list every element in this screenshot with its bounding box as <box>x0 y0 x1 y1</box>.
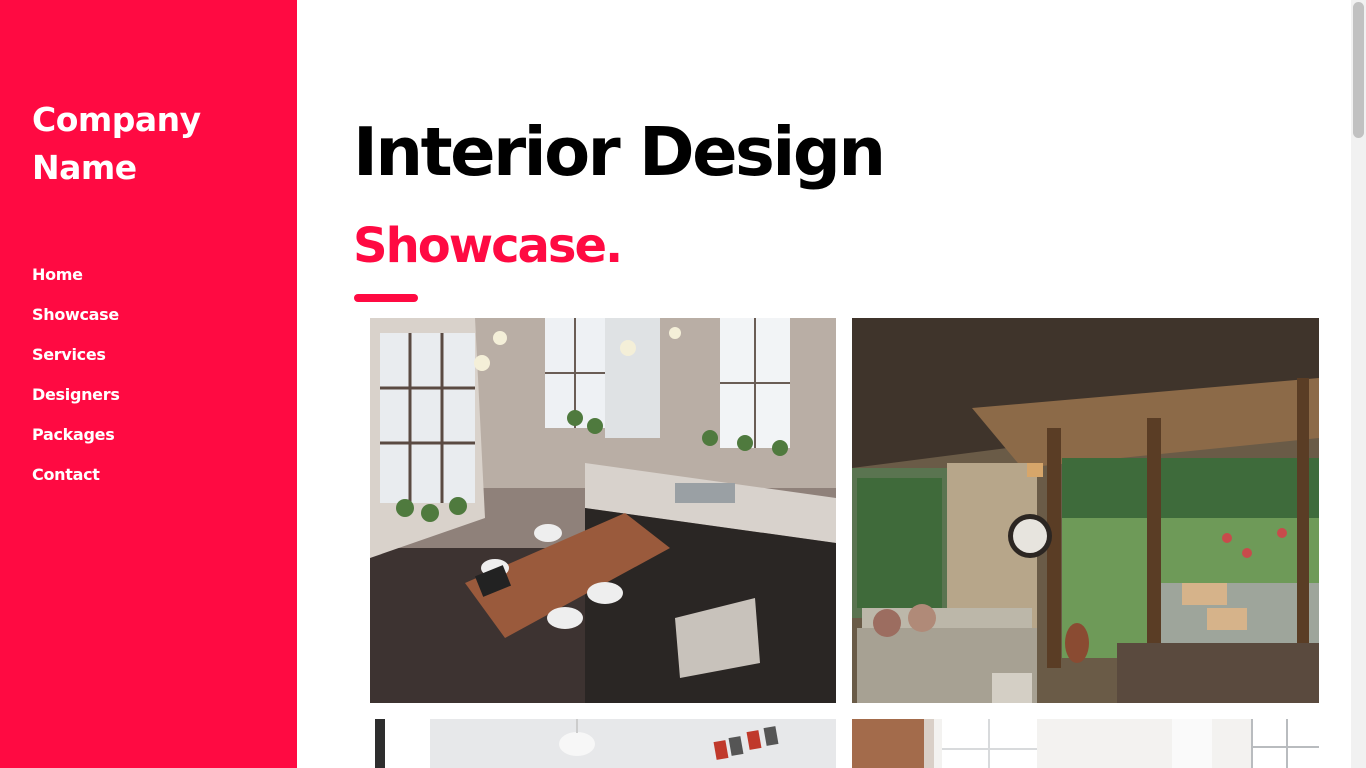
accent-divider <box>354 294 418 302</box>
nav-designers-link[interactable]: Designers <box>32 383 120 407</box>
sunroom-living-photo[interactable] <box>852 318 1319 703</box>
bright-window-room-photo[interactable] <box>852 719 1319 768</box>
page-scrollbar[interactable] <box>1351 0 1366 768</box>
sidebar-nav: Home Showcase Services Designers Package… <box>32 263 120 503</box>
company-name-line-1: Company <box>32 100 201 139</box>
nav-home-link[interactable]: Home <box>32 263 83 287</box>
sidebar: Company Name Home Showcase Services Desi… <box>0 0 297 768</box>
page-title: Interior Design <box>353 113 886 191</box>
loft-kitchen-photo[interactable] <box>370 318 836 703</box>
white-room-photo[interactable] <box>370 719 836 768</box>
nav-packages-link[interactable]: Packages <box>32 423 115 447</box>
nav-contact-link[interactable]: Contact <box>32 463 100 487</box>
nav-showcase-link[interactable]: Showcase <box>32 303 119 327</box>
nav-services-link[interactable]: Services <box>32 343 106 367</box>
scrollbar-thumb[interactable] <box>1353 2 1364 138</box>
main-content: Interior Design Showcase. <box>297 0 1351 768</box>
company-name[interactable]: Company Name <box>32 96 262 192</box>
section-title: Showcase. <box>353 218 623 274</box>
company-name-line-2: Name <box>32 148 137 187</box>
